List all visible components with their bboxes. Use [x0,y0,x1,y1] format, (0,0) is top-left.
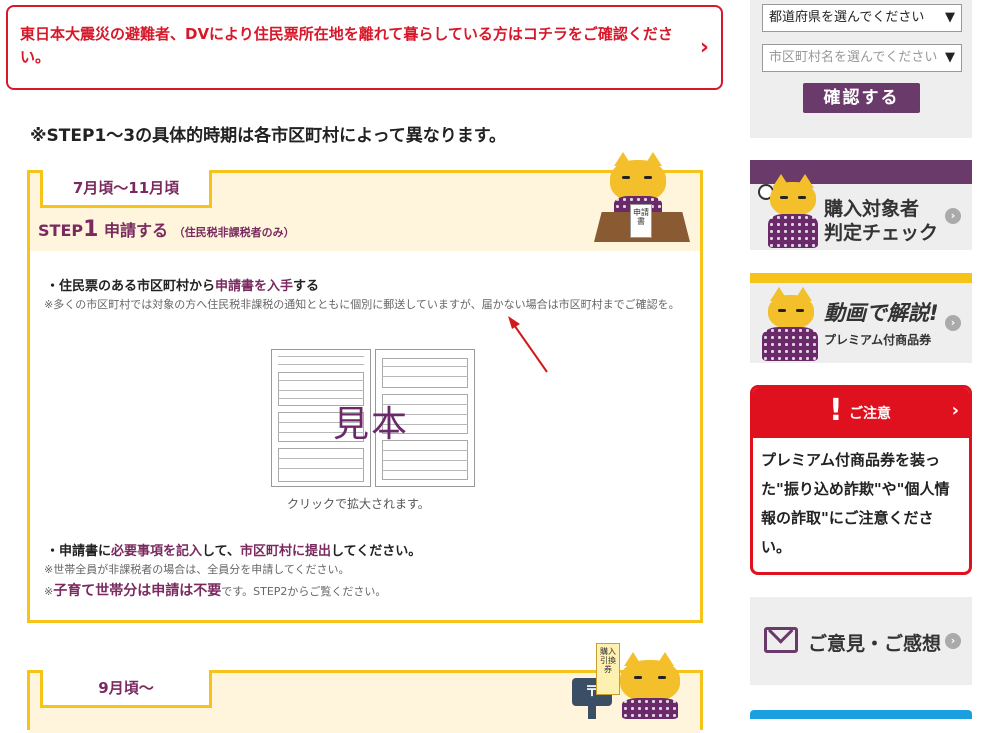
item-fill-submit: ・申請書に必要事項を記入して、市区町村に提出してください。 [46,544,422,559]
city-select[interactable]: 市区町村名を選んでください ▼ [762,44,962,72]
desk-sign: 申請書 [630,204,652,238]
chevron-right-icon: › [945,315,961,331]
step-subnote: （住民税非課税者のみ） [173,226,295,239]
exclamation-icon: ! [829,393,843,428]
mail-cat-mascot-icon [614,652,694,719]
step2-period: 9月頃〜 [40,670,212,708]
alert-title: ご注意 [849,406,891,422]
card2-line2: プレミアム付商品券 [824,333,932,347]
feedback-label: ご意見・ご感想 [808,633,942,655]
chevron-right-icon: › [951,400,959,421]
video-explainer-banner[interactable]: 動画で解説! プレミアム付商品券 › [750,273,972,363]
obtain-form-note: ※多くの市区町村では対象の方へ住民税非課税の通知とともに個別に郵送していますが、… [44,298,680,311]
evacuee-notice-link[interactable]: 東日本大震災の避難者、DVにより住民票所在地を離れて暮らしている方はコチラをご確… [6,5,723,90]
fraud-warning-panel[interactable]: ! ご注意 › プレミアム付商品券を装った"振り込め詐欺"や"個人情報の詐取"に… [750,385,972,575]
envelope-icon [764,618,798,653]
sidebar-next-banner[interactable] [750,710,972,719]
alert-body: プレミアム付商品券を装った"振り込め詐欺"や"個人情報の詐取"にご注意ください。 [761,451,950,556]
sample-watermark: 見本 [333,404,410,445]
chevron-right-icon: › [945,633,961,649]
feedback-banner[interactable]: ご意見・ご感想 › [750,597,972,685]
sample-form-thumbnail[interactable]: 見本 [271,349,475,489]
dropdown-arrow-icon: ▼ [945,50,955,65]
chevron-right-icon: › [945,208,961,224]
card1-line1: 購入対象者 [824,198,920,220]
chevron-right-icon: › [699,35,709,60]
dropdown-arrow-icon: ▼ [945,10,955,25]
zoom-caption: クリックで拡大されます。 [287,497,430,511]
item-obtain-form: ・住民票のある市区町村から申請書を入手する [46,279,320,294]
confirm-button[interactable]: 確認する [803,83,920,113]
household-note: ※世帯全員が非課税者の場合は、全員分を申請してください。 [44,563,350,576]
presenter-cat-icon [758,285,824,363]
magnifier-cat-icon [758,170,824,250]
prefecture-select[interactable]: 都道府県を選んでください ▼ [762,4,962,32]
card2-line1: 動画で解説! [824,301,939,325]
childcare-note: ※子育て世帯分は申請は不要です。STEP2からご覧ください。 [44,583,387,599]
eligibility-check-banner[interactable]: 購入対象者 判定チェック › [750,160,972,250]
step-word: STEP [38,221,84,240]
desk-cat-mascot-icon: 申請書 [592,150,692,242]
step-number: 1 [83,217,99,242]
step-action: 申請する [103,221,168,240]
step1-period: 7月頃〜11月頃 [40,170,212,208]
step1-title: STEP1 申請する （住民税非課税者のみ） [38,217,295,242]
page-heading: ※STEP1〜3の具体的時期は各市区町村によって異なります。 [30,126,507,146]
card1-line2: 判定チェック [824,222,939,244]
notice-text: 東日本大震災の避難者、DVにより住民票所在地を離れて暮らしている方はコチラをご確… [20,25,673,66]
